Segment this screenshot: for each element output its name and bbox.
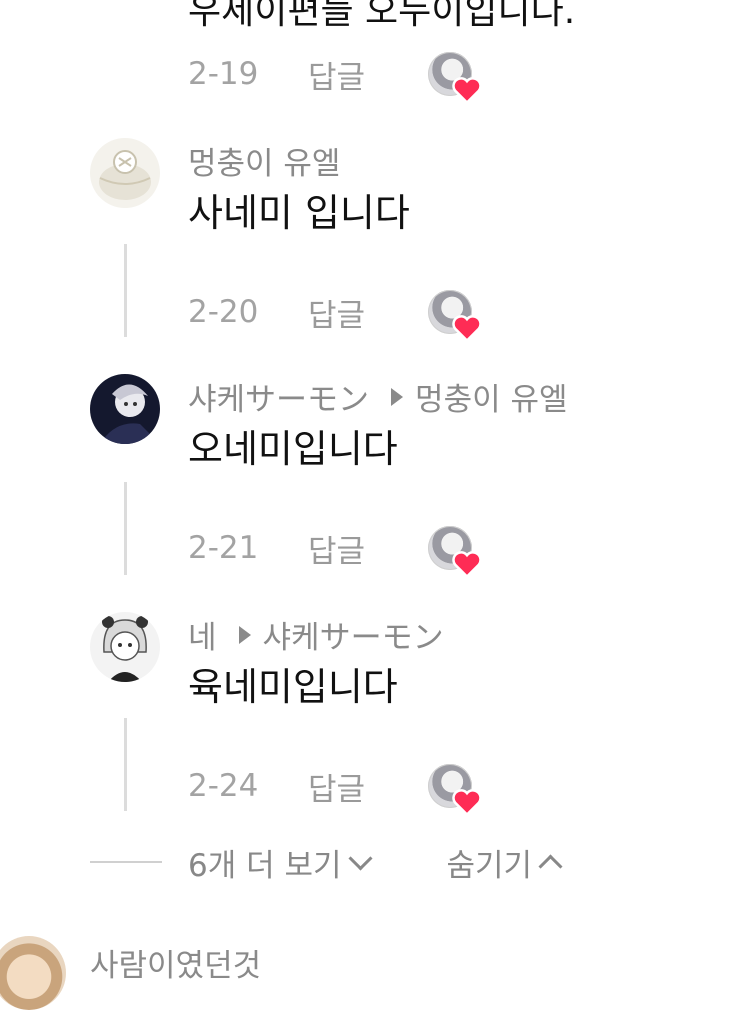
reply-button[interactable]: 답글 <box>308 764 428 809</box>
thread-controls: 6개 더 보기 숨기기 <box>90 838 730 886</box>
comment-author[interactable]: 사람이였던것 <box>90 940 261 985</box>
view-more-replies-button[interactable]: 6개 더 보기 <box>188 840 373 885</box>
top-comment-text: 우세이편들 오누이입니다. <box>188 0 576 32</box>
hide-replies-button[interactable]: 숨기기 <box>446 840 563 885</box>
hide-label: 숨기기 <box>446 847 533 884</box>
creator-liked-avatar <box>428 526 482 578</box>
heart-icon <box>452 315 482 342</box>
reply-arrow-icon <box>238 625 251 644</box>
reply-arrow-icon <box>391 387 404 406</box>
creator-liked-avatar <box>428 290 482 342</box>
chevron-down-icon <box>347 845 373 871</box>
comment-author: 샤케サーモン 멍충이 유엘 <box>188 374 568 419</box>
comment-date: 2-19 <box>188 56 259 92</box>
comment-meta: 2-21 답글 <box>188 524 482 578</box>
reply-button[interactable]: 답글 <box>308 52 428 97</box>
reply-to-name[interactable]: 샤케サーモン <box>263 612 444 657</box>
comment-date: 2-21 <box>188 530 259 566</box>
avatar[interactable] <box>90 138 160 208</box>
comment-text: 사네미 입니다 <box>188 191 410 235</box>
heart-icon <box>452 551 482 578</box>
author-name[interactable]: 네 <box>188 612 217 657</box>
comment-text: 오네미입니다 <box>188 427 398 471</box>
creator-liked-avatar <box>428 52 482 104</box>
avatar[interactable] <box>90 612 160 682</box>
avatar-image <box>90 612 160 682</box>
divider <box>90 861 162 863</box>
creator-liked-avatar <box>428 764 482 816</box>
comment-text: 육네미입니다 <box>188 665 398 709</box>
reply-button[interactable]: 답글 <box>308 526 428 571</box>
heart-icon <box>452 789 482 816</box>
comment-meta: 2-24 답글 <box>188 762 482 816</box>
author-name[interactable]: 멍충이 유엘 <box>188 138 340 183</box>
chevron-up-icon <box>538 853 563 879</box>
comment-date: 2-20 <box>188 294 259 330</box>
avatar-image <box>90 138 160 208</box>
top-comment-meta: 2-19 답글 <box>188 50 482 104</box>
reply-button[interactable]: 답글 <box>308 290 428 335</box>
thread-line <box>124 244 127 337</box>
thread-line <box>124 718 127 811</box>
comment-item: 사람이였던것 <box>0 936 739 1010</box>
heart-icon <box>452 77 482 104</box>
avatar[interactable] <box>90 374 160 444</box>
reply-to-name[interactable]: 멍충이 유엘 <box>415 374 567 419</box>
view-more-label: 6개 더 보기 <box>188 847 342 884</box>
comment-author: 네 샤케サーモン <box>188 612 444 657</box>
avatar[interactable] <box>0 936 66 1010</box>
comment-meta: 2-20 답글 <box>188 288 482 342</box>
avatar-image <box>90 374 160 444</box>
comment-date: 2-24 <box>188 768 259 804</box>
comment-author[interactable]: 멍충이 유엘 <box>188 138 340 183</box>
author-name[interactable]: 샤케サーモン <box>188 374 369 419</box>
thread-line <box>124 482 127 575</box>
